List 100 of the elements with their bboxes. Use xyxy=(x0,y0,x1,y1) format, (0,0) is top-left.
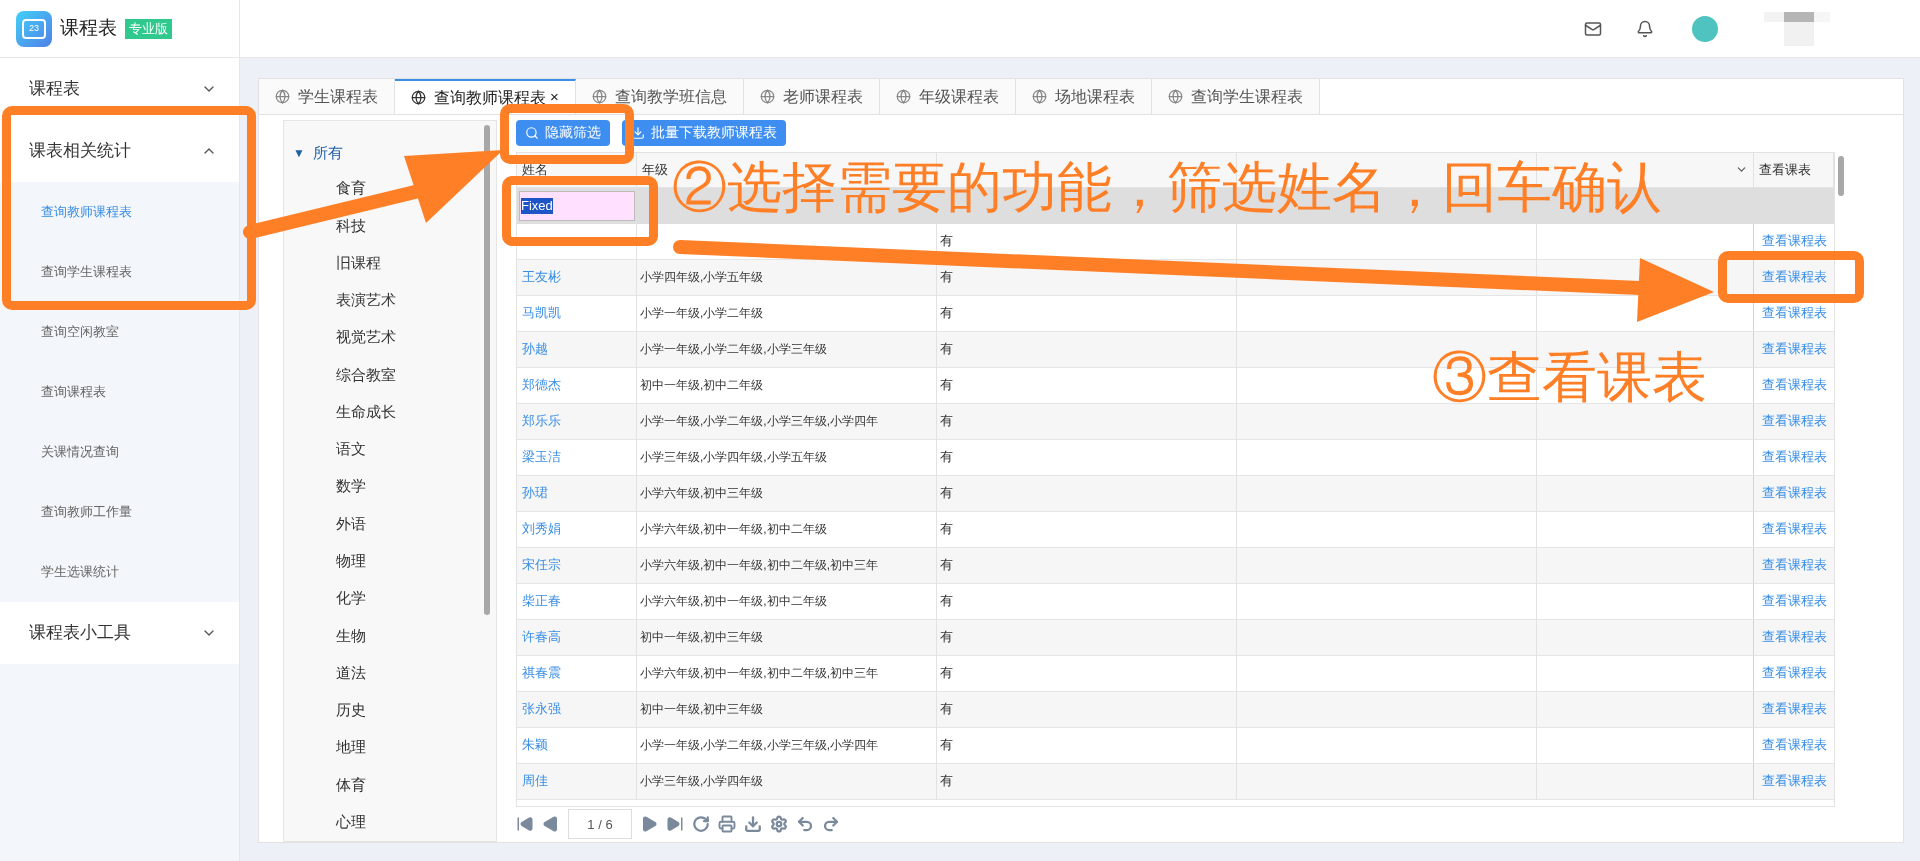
tab[interactable]: 查询学生课程表 xyxy=(1151,79,1320,114)
teacher-name-link[interactable]: 孙珺 xyxy=(522,483,548,503)
previous-page-icon[interactable] xyxy=(542,815,560,834)
sidebar-item[interactable]: 查询课程表 xyxy=(41,382,106,402)
mail-icon[interactable] xyxy=(1584,19,1602,38)
tree-node[interactable]: 科技 xyxy=(336,214,366,237)
scrollbar[interactable] xyxy=(1838,155,1844,196)
table-cell-text: 小学四年级,小学五年级 xyxy=(640,269,764,287)
tab[interactable]: 学生课程表 xyxy=(259,79,395,114)
table-cell-text: 有 xyxy=(940,592,953,611)
teacher-name-link[interactable]: 郑德杰 xyxy=(522,375,561,395)
teacher-name-link[interactable]: 宋任宗 xyxy=(522,555,561,575)
view-schedule-link[interactable]: 查看课程表 xyxy=(1761,339,1827,359)
sidebar-item[interactable]: 关课情况查询 xyxy=(41,442,119,462)
table-cell-text: 小学一年级,小学二年级,小学三年级 xyxy=(640,341,827,359)
redo-icon[interactable] xyxy=(822,815,840,834)
settings-icon[interactable] xyxy=(770,815,788,834)
tree-node[interactable]: 旧课程 xyxy=(336,251,381,275)
tree-node[interactable]: 数学 xyxy=(336,475,366,498)
view-schedule-link[interactable]: 查看课程表 xyxy=(1761,771,1827,791)
globe-icon xyxy=(275,89,290,104)
tree-node[interactable]: 心理 xyxy=(336,811,366,834)
refresh-icon[interactable] xyxy=(692,815,710,834)
sidebar-item[interactable]: 查询教师工作量 xyxy=(41,502,132,522)
sidebar-item[interactable]: 查询教师课程表 xyxy=(41,202,132,222)
sidebar-item[interactable]: 学生选课统计 xyxy=(41,562,119,582)
tree-node[interactable]: 语文 xyxy=(336,438,366,461)
teacher-name-link[interactable]: 张永强 xyxy=(522,699,561,719)
avatar[interactable] xyxy=(1692,15,1718,42)
table-cell-text: 有 xyxy=(940,412,953,431)
tab[interactable]: 年级课程表 xyxy=(879,79,1016,114)
tree-node[interactable]: 地理 xyxy=(336,736,366,759)
next-page-icon[interactable] xyxy=(640,815,658,834)
sidebar-item[interactable]: 查询空闲教室 xyxy=(41,322,119,342)
undo-icon[interactable] xyxy=(796,815,814,834)
download-button[interactable]: 批量下载教师课程表 xyxy=(622,120,786,146)
view-schedule-link[interactable]: 查看课程表 xyxy=(1761,699,1827,719)
view-schedule-link[interactable]: 查看课程表 xyxy=(1761,591,1827,611)
tree-node[interactable]: 综合教室 xyxy=(336,363,396,387)
teacher-name-link[interactable]: 马凯凯 xyxy=(522,303,561,323)
name-filter-field[interactable]: Fixed xyxy=(519,190,635,221)
close-icon[interactable]: × xyxy=(550,86,559,109)
view-schedule-link[interactable]: 查看课程表 xyxy=(1761,555,1827,575)
table-cell-text: 有 xyxy=(940,772,953,791)
view-schedule-link[interactable]: 查看课程表 xyxy=(1761,627,1827,647)
tree-node[interactable]: 生物 xyxy=(336,624,366,648)
table-cell-text: 初中一年级,初中三年级 xyxy=(640,629,764,647)
view-schedule-link[interactable]: 查看课程表 xyxy=(1761,519,1827,539)
table-cell-text: 小学三年级,小学四年级,小学五年级 xyxy=(640,449,827,467)
tree-node[interactable]: 视觉艺术 xyxy=(336,326,396,349)
download-icon[interactable] xyxy=(744,815,762,834)
table-cell-text: 有 xyxy=(940,484,953,503)
sidebar-item[interactable]: 查询学生课程表 xyxy=(41,262,132,282)
view-schedule-link[interactable]: 查看课程表 xyxy=(1761,303,1827,323)
teacher-name-link[interactable]: 许春高 xyxy=(522,627,561,647)
teacher-name-link[interactable]: 柴正春 xyxy=(522,591,561,611)
tree-node[interactable]: 所有 xyxy=(312,142,343,165)
notification-icon[interactable] xyxy=(1636,19,1654,38)
view-schedule-link[interactable]: 查看课程表 xyxy=(1761,267,1827,287)
tree-node[interactable]: 化学 xyxy=(336,587,366,610)
hide-filter-button[interactable]: 隐藏筛选 xyxy=(516,120,610,146)
tab[interactable]: 查询教学班信息 xyxy=(575,79,744,114)
teacher-name-link[interactable]: 梁玉洁 xyxy=(522,447,561,467)
tab[interactable]: 查询教师课程表 × xyxy=(395,79,576,114)
table-cell-text: 小学一年级,小学二年级,小学三年级,小学四年 xyxy=(640,413,878,431)
edition-badge: 专业版 xyxy=(125,18,172,39)
tree-node[interactable]: 外语 xyxy=(336,512,366,536)
tree-node[interactable]: 体育 xyxy=(336,773,366,797)
last-page-icon[interactable] xyxy=(666,815,684,834)
table-cell-text: 小学一年级,小学二年级 xyxy=(640,305,764,323)
tree-node[interactable]: 历史 xyxy=(336,699,366,722)
tree-node[interactable]: 食育 xyxy=(336,177,366,200)
view-schedule-link[interactable]: 查看课程表 xyxy=(1761,663,1827,683)
tab[interactable]: 场地课程表 xyxy=(1015,79,1152,114)
teacher-name-link[interactable]: 周佳 xyxy=(522,771,548,791)
first-page-icon[interactable] xyxy=(516,815,534,834)
tree-node[interactable]: 生命成长 xyxy=(336,400,396,424)
view-schedule-link[interactable]: 查看课程表 xyxy=(1761,375,1827,395)
page-field[interactable]: 1 / 6 xyxy=(568,809,632,840)
table-cell-text: 有 xyxy=(940,556,953,575)
tree-node[interactable]: 道法 xyxy=(336,661,366,685)
view-schedule-link[interactable]: 查看课程表 xyxy=(1761,483,1827,503)
print-icon[interactable] xyxy=(718,815,736,834)
column-header: 姓名 xyxy=(522,160,548,179)
teacher-name-link[interactable]: 郑乐乐 xyxy=(522,411,561,431)
tab[interactable]: 老师课程表 xyxy=(743,79,880,114)
tree-node[interactable]: 表演艺术 xyxy=(336,289,396,312)
expand-triangle-icon[interactable]: ▼ xyxy=(293,144,305,163)
view-schedule-link[interactable]: 查看课程表 xyxy=(1761,735,1827,755)
teacher-name-link[interactable]: 朱颖 xyxy=(522,735,548,755)
view-schedule-link[interactable]: 查看课程表 xyxy=(1761,231,1827,251)
teacher-name-link[interactable]: 孙越 xyxy=(522,339,548,359)
teacher-name-link[interactable]: 祺春震 xyxy=(522,663,561,683)
view-schedule-link[interactable]: 查看课程表 xyxy=(1761,411,1827,431)
view-schedule-link[interactable]: 查看课程表 xyxy=(1761,447,1827,467)
scrollbar[interactable] xyxy=(484,125,490,615)
teacher-name-link[interactable]: 刘秀娟 xyxy=(522,519,561,539)
tree-node[interactable]: 物理 xyxy=(336,550,366,573)
teacher-name-link[interactable]: 王友彬 xyxy=(522,267,561,287)
table-cell-text: 有 xyxy=(940,232,953,251)
